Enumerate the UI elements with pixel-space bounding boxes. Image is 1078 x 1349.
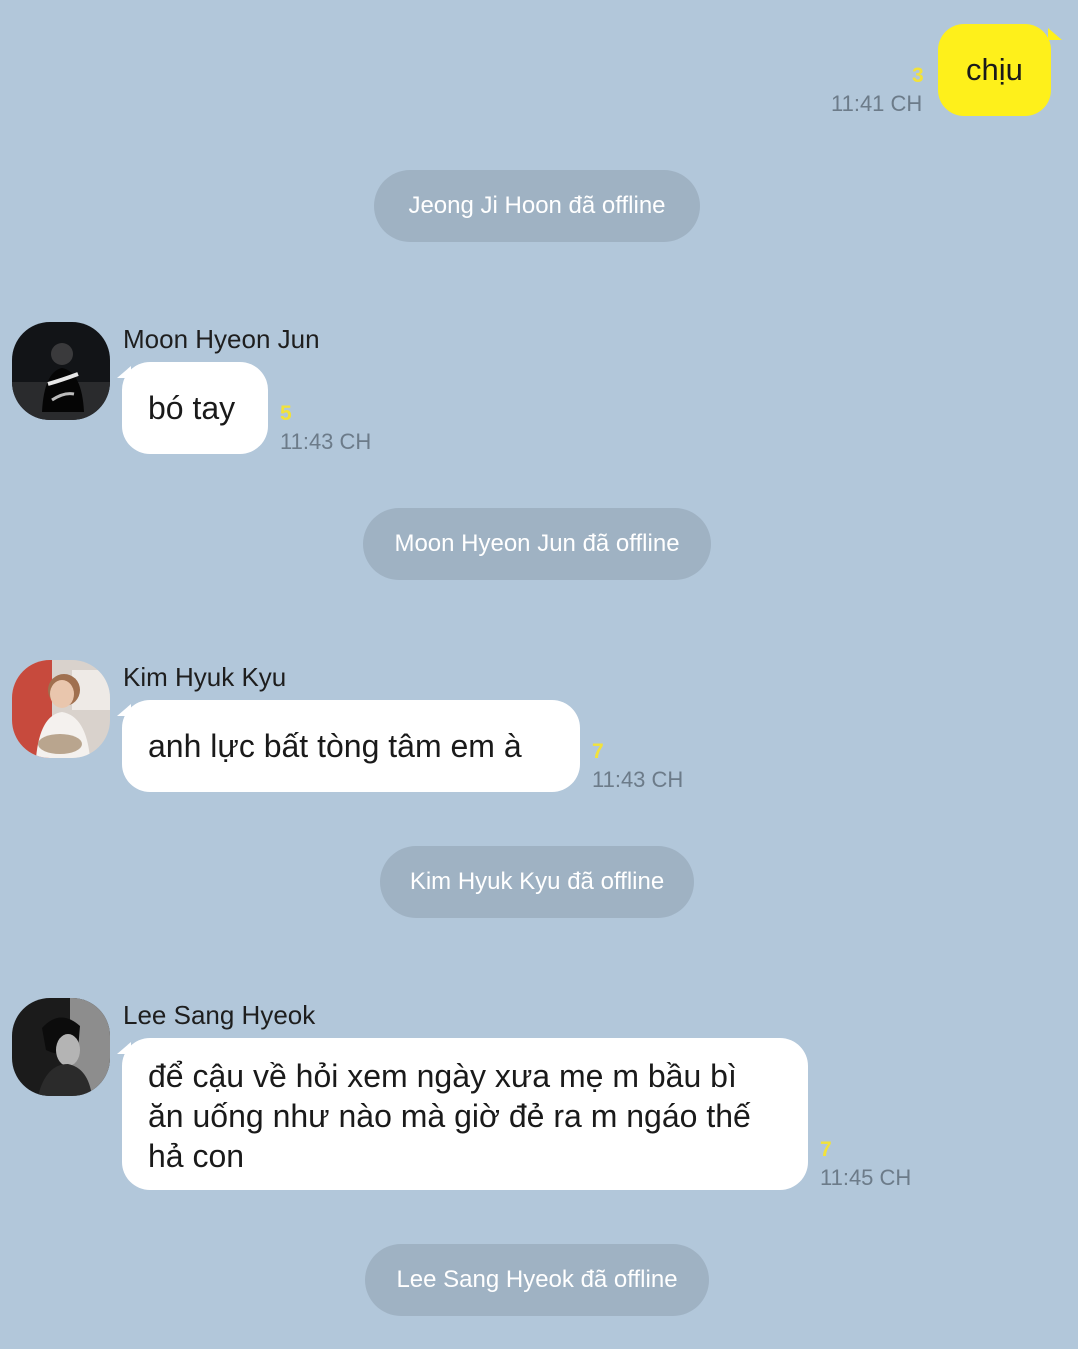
sender-name: Lee Sang Hyeok: [123, 1000, 316, 1030]
avatar-photo-icon: [12, 998, 110, 1096]
incoming-message-text: bó tay: [148, 390, 236, 426]
unread-count: 7: [592, 740, 604, 763]
offline-notice-text: Jeong Ji Hoon đã offline: [408, 192, 666, 219]
avatar-photo-icon: [12, 322, 110, 420]
incoming-message-line: hả con: [148, 1138, 245, 1174]
avatar[interactable]: [12, 322, 110, 420]
message-time: 11:45 CH: [820, 1165, 912, 1190]
unread-count: 5: [280, 402, 292, 425]
offline-notice: Kim Hyuk Kyu đã offline: [380, 846, 694, 918]
message-time: 11:41 CH: [831, 91, 923, 116]
incoming-message-text: anh lực bất tòng tâm em à: [148, 728, 522, 764]
offline-notice: Moon Hyeon Jun đã offline: [363, 508, 711, 580]
offline-notice: Lee Sang Hyeok đã offline: [365, 1244, 709, 1316]
outgoing-bubble-tail: [1048, 28, 1062, 40]
offline-notice-text: Kim Hyuk Kyu đã offline: [409, 868, 665, 895]
incoming-message-bubble[interactable]: anh lực bất tòng tâm em à: [122, 700, 580, 792]
outgoing-message-text: chịu: [966, 52, 1023, 87]
unread-count: 3: [912, 64, 924, 87]
incoming-message-bubble[interactable]: bó tay: [122, 362, 268, 454]
avatar[interactable]: [12, 998, 110, 1096]
incoming-message-line: ăn uống như nào mà giờ đẻ ra m ngáo thế: [148, 1098, 751, 1134]
avatar[interactable]: [12, 660, 110, 758]
message-time: 11:43 CH: [280, 429, 372, 454]
sender-name: Kim Hyuk Kyu: [123, 662, 287, 692]
avatar-photo-icon: [12, 660, 110, 758]
sender-name: Moon Hyeon Jun: [123, 324, 320, 354]
offline-notice-text: Lee Sang Hyeok đã offline: [396, 1266, 678, 1293]
message-time: 11:43 CH: [592, 767, 684, 792]
offline-notice-text: Moon Hyeon Jun đã offline: [394, 530, 680, 557]
offline-notice: Jeong Ji Hoon đã offline: [374, 170, 700, 242]
incoming-message-bubble[interactable]: để cậu về hỏi xem ngày xưa mẹ m bầu bì ă…: [122, 1038, 808, 1190]
unread-count: 7: [820, 1138, 832, 1161]
incoming-message-line: để cậu về hỏi xem ngày xưa mẹ m bầu bì: [148, 1058, 737, 1094]
outgoing-message-bubble[interactable]: chịu: [938, 24, 1051, 116]
